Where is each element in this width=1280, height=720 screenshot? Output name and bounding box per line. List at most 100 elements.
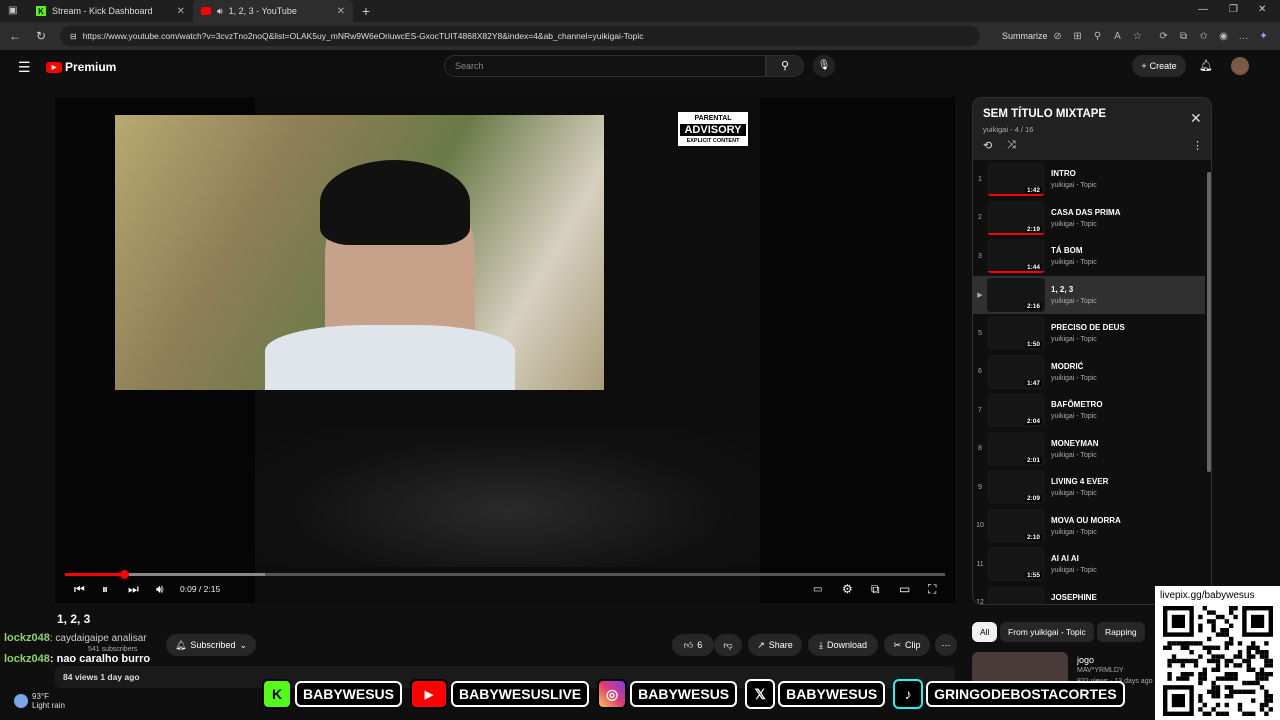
duration-badge: 1:42 [1024, 187, 1042, 195]
youtube-logo[interactable]: ▶ Premium [46, 60, 116, 74]
playlist-item-title: MODRIĆ [1051, 361, 1084, 371]
chevron-down-icon: ⌄ [239, 639, 247, 650]
tab-kick-dashboard[interactable]: K Stream - Kick Dashboard ✕ [28, 0, 193, 22]
address-bar-row: ← ↻ ⊟ https://www.youtube.com/watch?v=3c… [0, 22, 1280, 50]
extensions-icon[interactable]: ⟳ [1154, 31, 1174, 42]
duration-badge: 1:44 [1024, 264, 1042, 272]
clip-button[interactable]: ✂ Clip [884, 634, 930, 656]
fullscreen-icon[interactable]: ⛶ [928, 582, 936, 597]
playlist-scrollbar[interactable] [1205, 160, 1211, 604]
copilot-icon[interactable]: ⊘ [1048, 31, 1068, 42]
close-window-icon[interactable]: ✕ [1258, 4, 1266, 15]
shuffle-icon[interactable]: ⤨ [1007, 139, 1016, 152]
read-aloud-icon[interactable]: A [1108, 31, 1128, 42]
playlist-item[interactable]: ▶ 2:16 1, 2, 3 yuikigai - Topic [973, 275, 1205, 314]
volume-icon[interactable]: 🔊︎ [156, 582, 164, 597]
mic-icon: 🎙︎ [817, 60, 831, 71]
playlist-item-title: 1, 2, 3 [1051, 284, 1074, 294]
copilot-logo-icon[interactable]: ✦ [1254, 31, 1274, 42]
zoom-icon[interactable]: ⚲ [1088, 31, 1108, 42]
playlist-title[interactable]: SEM TÍTULO MIXTAPE [983, 108, 1106, 120]
like-button[interactable]: 👍︎ 6 [672, 634, 714, 656]
playlist-item[interactable]: 2 2:19 CASA DAS PRIMA yuikigai - Topic [973, 199, 1205, 238]
related-video-title[interactable]: jogo [1077, 655, 1094, 665]
tab-youtube[interactable]: 🔊︎ 1, 2, 3 - YouTube ✕ [193, 0, 353, 22]
youtube-logo-icon: ▶ [410, 679, 449, 709]
create-button[interactable]: + Create [1132, 55, 1186, 77]
previous-icon[interactable]: ⏮ [74, 582, 85, 597]
more-icon[interactable]: … [1234, 31, 1254, 42]
tab-actions-icon[interactable]: ▣ [8, 5, 17, 16]
split-screen-icon[interactable]: ⧉ [1174, 31, 1194, 42]
playlist-items: 1 1:42 INTRO yuikigai - Topic 2 2:19 CASA DAS … [973, 160, 1205, 604]
playlist-item[interactable]: 3 1:44 TÁ BOM yuikigai - Topic [973, 237, 1205, 276]
more-vertical-icon[interactable]: ⋮ [1192, 139, 1203, 152]
duration-badge: 2:19 [1024, 225, 1042, 233]
progress-bar[interactable] [65, 570, 945, 579]
playlist-item[interactable]: 1 1:42 INTRO yuikigai - Topic [973, 160, 1205, 199]
notifications-bell-icon[interactable]: 🔔︎ [1199, 59, 1213, 72]
watched-progress-bar [987, 194, 1045, 197]
voice-search-button[interactable]: 🎙︎ [813, 55, 835, 77]
pause-icon[interactable]: ⏸ [102, 582, 108, 597]
playlist-item-meta: INTRO yuikigai - Topic [1051, 169, 1097, 189]
playlist-item[interactable]: 6 1:47 MODRIĆ yuikigai - Topic [973, 353, 1205, 392]
site-info-icon[interactable]: ⊟ [70, 32, 77, 41]
chip-all[interactable]: All [972, 622, 998, 642]
next-icon[interactable]: ⏭ [128, 582, 139, 597]
dislike-button[interactable]: 👎︎ [714, 634, 742, 656]
speaker-icon[interactable]: 🔊︎ [217, 6, 223, 17]
maximize-icon[interactable]: ❐ [1229, 4, 1238, 15]
video-crowd-scene [255, 427, 760, 567]
close-tab-icon[interactable]: ✕ [337, 6, 345, 17]
profile-icon[interactable]: ◉ [1214, 31, 1234, 42]
new-tab-button[interactable]: + [353, 3, 379, 19]
kick-handle: K BABYWESUS [262, 679, 403, 709]
playlist-item-index: 3 [978, 252, 982, 260]
loop-icon[interactable]: ⟲ [983, 139, 992, 152]
menu-icon[interactable]: ☰ [18, 59, 31, 76]
refresh-icon[interactable]: ↻ [30, 29, 52, 43]
playlist-item-channel: yuikigai - Topic [1051, 413, 1097, 421]
subscribed-label: Subscribed [190, 640, 236, 650]
related-video-channel[interactable]: MAV*YRMLDY [1077, 667, 1124, 674]
playlist-item-channel: yuikigai - Topic [1051, 451, 1097, 459]
minimize-icon[interactable]: — [1198, 4, 1208, 15]
taskbar-weather[interactable]: 93°F Light rain [14, 692, 65, 710]
share-button[interactable]: ↗ Share [748, 634, 802, 656]
close-icon[interactable]: ✕ [1190, 110, 1202, 127]
video-player[interactable]: PARENTAL ADVISORY EXPLICIT CONTENT ⏮ ⏸ ⏭… [55, 97, 955, 603]
theater-mode-icon[interactable]: ▭ [899, 582, 910, 596]
playlist-item[interactable]: 8 2:01 MONEYMAN yuikigai - Topic [973, 430, 1205, 469]
playlist-item[interactable]: 11 1:55 AI AI AI yuikigai - Topic [973, 545, 1205, 584]
url-field[interactable]: ⊟ https://www.youtube.com/watch?v=3cvzTn… [60, 26, 980, 46]
subscribed-button[interactable]: 🔔︎ Subscribed ⌄ [166, 634, 256, 656]
apps-icon[interactable]: ⊞ [1068, 31, 1088, 42]
close-tab-icon[interactable]: ✕ [177, 6, 185, 17]
search-input[interactable]: Search [444, 55, 766, 77]
favorite-icon[interactable]: ☆ [1128, 31, 1148, 42]
account-avatar[interactable] [1231, 57, 1249, 75]
favorites-bar-icon[interactable]: ✩ [1194, 31, 1214, 42]
playlist-item-thumbnail: 1:42 [987, 162, 1045, 197]
playlist-item-thumbnail: 1:44 [987, 239, 1045, 274]
playlist-item[interactable]: 9 2:09 LIVING 4 EVER yuikigai - Topic [973, 468, 1205, 507]
clip-label: Clip [905, 640, 921, 650]
playlist-item-title: JOSEPHINE [1051, 592, 1097, 602]
more-actions-button[interactable]: ⋯ [935, 634, 957, 656]
miniplayer-icon[interactable]: ⧉ [871, 582, 880, 597]
settings-gear-icon[interactable]: ⚙ [842, 582, 853, 596]
chip-from-channel[interactable]: From yuikigai - Topic [1000, 622, 1094, 642]
captions-icon[interactable]: ▭ [813, 584, 822, 595]
back-icon[interactable]: ← [4, 29, 26, 43]
playlist-item-index: 6 [978, 368, 982, 376]
summarize-button[interactable]: Summarize [1002, 31, 1048, 41]
duration-badge: 2:09 [1024, 495, 1042, 503]
download-button[interactable]: ⤓ Download [808, 634, 878, 656]
search-button[interactable]: ⚲ [766, 55, 804, 77]
scrubber-handle[interactable] [119, 570, 129, 579]
playlist-item[interactable]: 7 2:04 BAFÔMETRO yuikigai - Topic [973, 391, 1205, 430]
chip-rapping[interactable]: Rapping [1097, 622, 1145, 642]
playlist-item[interactable]: 5 1:50 PRECISO DE DEUS yuikigai - Topic [973, 314, 1205, 353]
playlist-item[interactable]: 10 2:10 MOVA OU MORRA yuikigai - Topic [973, 507, 1205, 546]
